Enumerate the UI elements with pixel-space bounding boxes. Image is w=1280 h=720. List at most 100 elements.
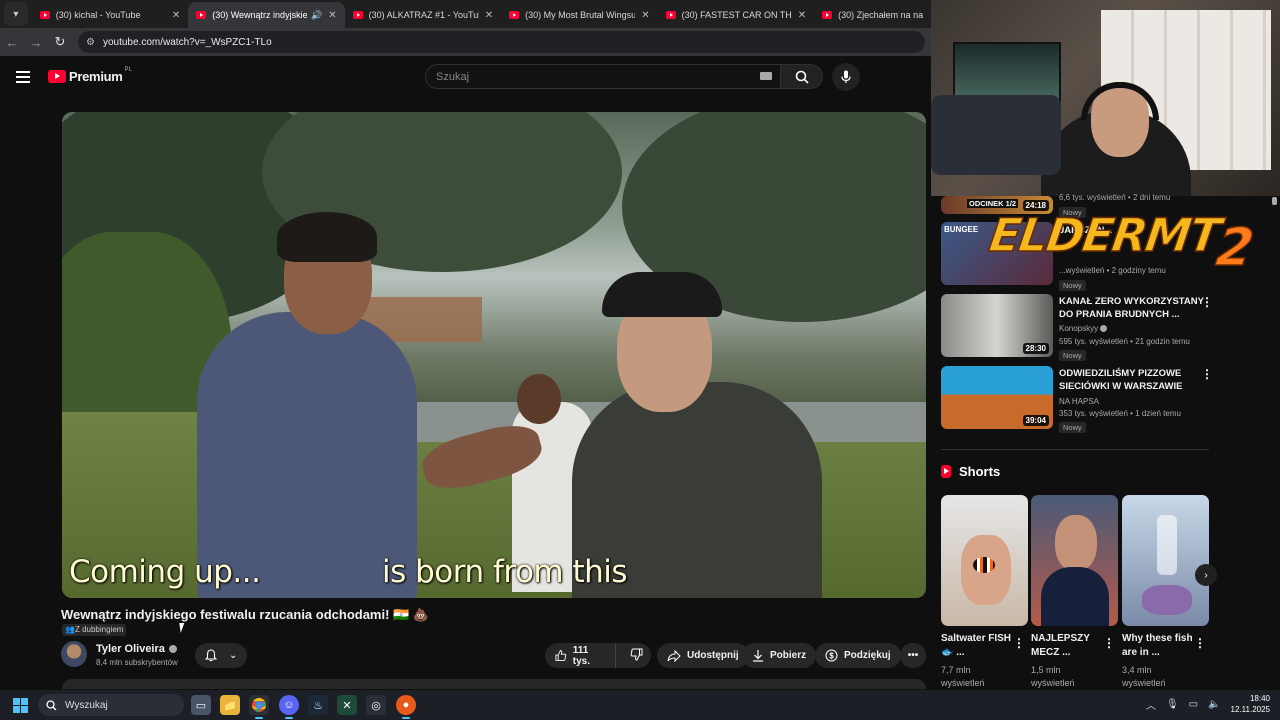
dubbing-icon: 👥 <box>65 625 75 634</box>
more-vert-icon[interactable]: ⋮ <box>1201 367 1213 381</box>
person-left-hair <box>277 212 377 262</box>
youtube-header: Premium PL Szukaj <box>0 56 931 98</box>
youtube-favicon-icon <box>39 11 50 19</box>
display-icon[interactable]: ▭ <box>1189 699 1198 710</box>
close-icon[interactable]: ✕ <box>798 10 806 21</box>
voice-search-button[interactable] <box>832 63 860 91</box>
tab-search-button[interactable]: ▾ <box>4 2 28 26</box>
tab-strip: ▾ (30) kichal - YouTube ✕ (30) Wewnątrz i… <box>0 0 931 28</box>
recommendation-thumbnail[interactable]: 39:04 <box>941 366 1053 429</box>
like-dislike-group: 111 tys. <box>545 643 651 668</box>
clock[interactable]: 18:40 12.11.2025 <box>1231 693 1270 715</box>
shorts-heading: Shorts <box>941 464 1000 479</box>
mouse-cursor <box>179 623 186 633</box>
close-icon[interactable]: ✕ <box>328 10 336 21</box>
windows-start-icon[interactable] <box>13 698 28 713</box>
person-middle-head <box>517 374 561 424</box>
tab-title: (30) ALKATRAZ #1 - YouTube <box>368 10 479 20</box>
tab-0[interactable]: (30) kichal - YouTube ✕ <box>32 2 188 28</box>
channel-name-text: Tyler Oliveira <box>96 643 165 655</box>
download-button[interactable]: Pobierz <box>742 643 817 668</box>
right-panel: ODCINEK 1/2 24:18 6,6 tys. wyświetleń • … <box>931 0 1280 690</box>
short-title[interactable]: Saltwater FISH 🐟 ... <box>941 632 1016 660</box>
logo-number: 2 <box>1212 217 1256 279</box>
chevron-up-icon[interactable]: ︿ <box>1146 697 1156 712</box>
chrome-icon[interactable] <box>249 695 269 719</box>
like-button[interactable]: 111 tys. <box>545 643 616 668</box>
tab-title: (30) My Most Brutal Wingsuit Fl <box>525 10 636 20</box>
scrollbar[interactable] <box>1272 197 1277 205</box>
tab-title: (30) Wewnątrz indyjskiego <box>212 10 308 20</box>
recommendation-meta: 353 tys. wyświetleń • 1 dzień temu <box>1059 409 1181 418</box>
recommendation-title[interactable]: KANAŁ ZERO WYKORZYSTANY DO PRANIA BRUDNY… <box>1059 295 1214 321</box>
subscribed-bell-button[interactable]: ⌄ <box>195 643 247 668</box>
thanks-label: Podziękuj <box>844 650 891 661</box>
search-button[interactable] <box>781 64 823 89</box>
short-thumbnail[interactable] <box>941 495 1028 626</box>
description-box[interactable] <box>62 679 926 689</box>
tab-5[interactable]: (30) Zjechałem na nartach <box>814 2 931 28</box>
youtube-logo[interactable]: Premium PL <box>48 66 132 84</box>
file-explorer-icon[interactable]: 📁 <box>220 695 240 715</box>
steam-icon[interactable]: ♨ <box>308 695 328 715</box>
menu-icon[interactable] <box>16 71 30 86</box>
youtube-favicon-icon <box>196 11 207 19</box>
webcam-overlay <box>931 0 1280 196</box>
share-button[interactable]: Udostępnij <box>657 643 749 668</box>
more-vert-icon[interactable]: ⋮ <box>1201 295 1213 309</box>
tab-3[interactable]: (30) My Most Brutal Wingsuit Fl ✕ <box>501 2 657 28</box>
short-views: 7,7 mln wyświetleń <box>941 665 985 688</box>
tab-4[interactable]: (30) FASTEST CAR ON THE PLAN ✕ <box>658 2 814 28</box>
close-icon[interactable]: ✕ <box>485 10 493 21</box>
search-input[interactable]: Szukaj <box>425 64 781 89</box>
recommendation-channel[interactable]: Konopskyy <box>1059 324 1108 333</box>
more-vert-icon[interactable]: ⋮ <box>1103 636 1115 650</box>
microphone-icon <box>841 70 851 83</box>
microphone-icon[interactable]: 🎙 <box>1166 699 1179 710</box>
more-actions-button[interactable]: ••• <box>900 643 926 668</box>
obs-icon[interactable]: ◎ <box>366 695 386 715</box>
tab-1[interactable]: (30) Wewnątrz indyjskiego 🔊 ✕ <box>188 2 345 28</box>
back-icon[interactable]: ← <box>0 35 24 50</box>
close-icon[interactable]: ✕ <box>641 10 649 21</box>
speaker-icon[interactable]: 🔈 <box>1208 699 1220 710</box>
reload-icon[interactable]: ↻ <box>48 34 72 50</box>
svg-text:$: $ <box>829 651 834 660</box>
app-icon[interactable]: ● <box>396 695 416 719</box>
more-vert-icon[interactable]: ⋮ <box>1013 636 1025 650</box>
divider <box>941 449 1209 450</box>
subtitle-right: is born from this <box>382 554 628 590</box>
short-thumbnail[interactable] <box>1122 495 1209 626</box>
discord-icon[interactable]: ☺ <box>279 695 299 719</box>
recommendation-meta: 595 tys. wyświetleń • 21 godzin temu <box>1059 337 1190 346</box>
chevron-right-icon[interactable]: › <box>1195 564 1217 586</box>
glass-tube <box>1157 515 1177 575</box>
recommendation-title[interactable]: ODWIEDZILIŚMY PIZZOWE SIECIÓWKI W WARSZA… <box>1059 367 1214 393</box>
short-title[interactable]: Why these fish are in ... <box>1122 632 1197 660</box>
task-view-icon[interactable]: ▭ <box>191 695 211 715</box>
tab-2[interactable]: (30) ALKATRAZ #1 - YouTube ✕ <box>345 2 501 28</box>
close-icon[interactable]: ✕ <box>172 10 180 21</box>
channel-name[interactable]: Tyler Oliveira <box>96 643 177 655</box>
duration: 28:30 <box>1022 343 1049 354</box>
youtube-favicon-icon <box>352 11 363 19</box>
excel-icon[interactable]: ✕ <box>337 695 357 715</box>
country-code: PL <box>124 66 132 73</box>
site-settings-icon[interactable]: ⚙ <box>86 37 95 48</box>
share-icon <box>667 649 681 662</box>
speaker-icon[interactable]: 🔊 <box>311 10 322 21</box>
short-thumbnail[interactable] <box>1031 495 1118 626</box>
forward-icon[interactable]: → <box>24 35 48 50</box>
address-bar[interactable]: ⚙ youtube.com/watch?v=_WsPZC1-TLo <box>78 31 925 53</box>
recommendation-thumbnail[interactable]: 28:30 <box>941 294 1053 357</box>
channel-avatar[interactable] <box>61 641 87 667</box>
thanks-button[interactable]: $ Podziękuj <box>815 643 901 668</box>
more-vert-icon[interactable]: ⋮ <box>1194 636 1206 650</box>
dislike-button[interactable] <box>622 648 651 664</box>
video-player[interactable]: Coming up... is born from this <box>62 112 926 598</box>
recommendation-channel[interactable]: NA HAPSA <box>1059 397 1099 406</box>
taskbar-search[interactable]: Wyszukaj <box>38 694 184 716</box>
short-title[interactable]: NAJLEPSZY MECZ ... <box>1031 632 1106 660</box>
short-views: 3,4 mln wyświetleń <box>1122 665 1166 688</box>
keyboard-icon[interactable] <box>760 72 772 80</box>
